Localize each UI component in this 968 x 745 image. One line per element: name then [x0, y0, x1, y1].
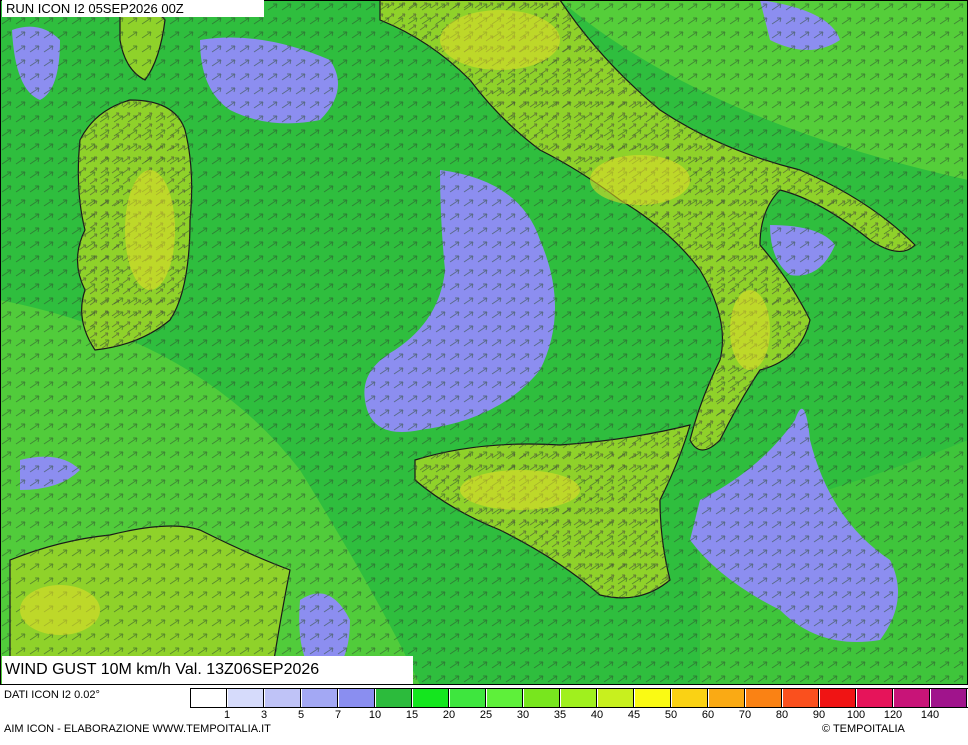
legend-footer: DATI ICON I2 0.02° 1 3 5 7 10 15 20 25 30 35 40 45 5…	[0, 685, 968, 745]
legend-swatch	[783, 689, 819, 707]
legend-tick: 7	[334, 709, 342, 721]
legend-tick: 10	[368, 709, 382, 721]
legend-tick: 30	[516, 709, 530, 721]
legend-swatch	[302, 689, 338, 707]
legend-tick: 45	[627, 709, 641, 721]
legend-tick: 140	[920, 709, 940, 721]
legend-swatch	[672, 689, 708, 707]
legend-tick: 70	[738, 709, 752, 721]
legend-tick: 5	[297, 709, 305, 721]
legend-swatch	[487, 689, 523, 707]
legend-tick: 15	[405, 709, 419, 721]
legend-swatch	[820, 689, 856, 707]
legend-swatch	[339, 689, 375, 707]
legend-tick: 40	[590, 709, 604, 721]
legend-tick: 25	[479, 709, 493, 721]
legend-tick: 100	[846, 709, 866, 721]
legend-swatch	[376, 689, 412, 707]
legend-swatch	[228, 689, 264, 707]
legend-swatch	[857, 689, 893, 707]
legend-swatch	[561, 689, 597, 707]
source-label: DATI ICON I2 0.02°	[4, 689, 100, 701]
legend-swatch	[450, 689, 486, 707]
legend-swatch	[524, 689, 560, 707]
variable-label: WIND GUST 10M km/h Val. 13Z06SEP2026	[2, 656, 413, 684]
legend-tick: 120	[883, 709, 903, 721]
credit-label: AIM ICON - ELABORAZIONE WWW.TEMPOITALIA.…	[4, 723, 271, 735]
legend-swatch	[265, 689, 301, 707]
legend-swatch	[746, 689, 782, 707]
legend-tick: 20	[442, 709, 456, 721]
legend-swatch	[894, 689, 930, 707]
legend-swatch	[709, 689, 745, 707]
color-scale-bar	[190, 688, 968, 708]
run-label: RUN ICON I2 05SEP2026 00Z	[2, 0, 264, 17]
legend-tick: 1	[223, 709, 231, 721]
legend-swatch	[413, 689, 449, 707]
legend-tick: 80	[775, 709, 789, 721]
legend-swatch	[598, 689, 634, 707]
color-scale-ticks: 1 3 5 7 10 15 20 25 30 35 40 45 50 60 70 80 90 100 120 140	[190, 709, 939, 723]
legend-tick: 35	[553, 709, 567, 721]
legend-tick: 3	[260, 709, 268, 721]
wind-gust-map	[0, 0, 968, 685]
legend-swatch	[931, 689, 967, 707]
legend-swatch	[191, 689, 227, 707]
legend-tick: 50	[664, 709, 678, 721]
legend-tick: 90	[812, 709, 826, 721]
legend-swatch	[635, 689, 671, 707]
legend-tick: 60	[701, 709, 715, 721]
copyright-label: © TEMPOITALIA	[822, 723, 905, 735]
